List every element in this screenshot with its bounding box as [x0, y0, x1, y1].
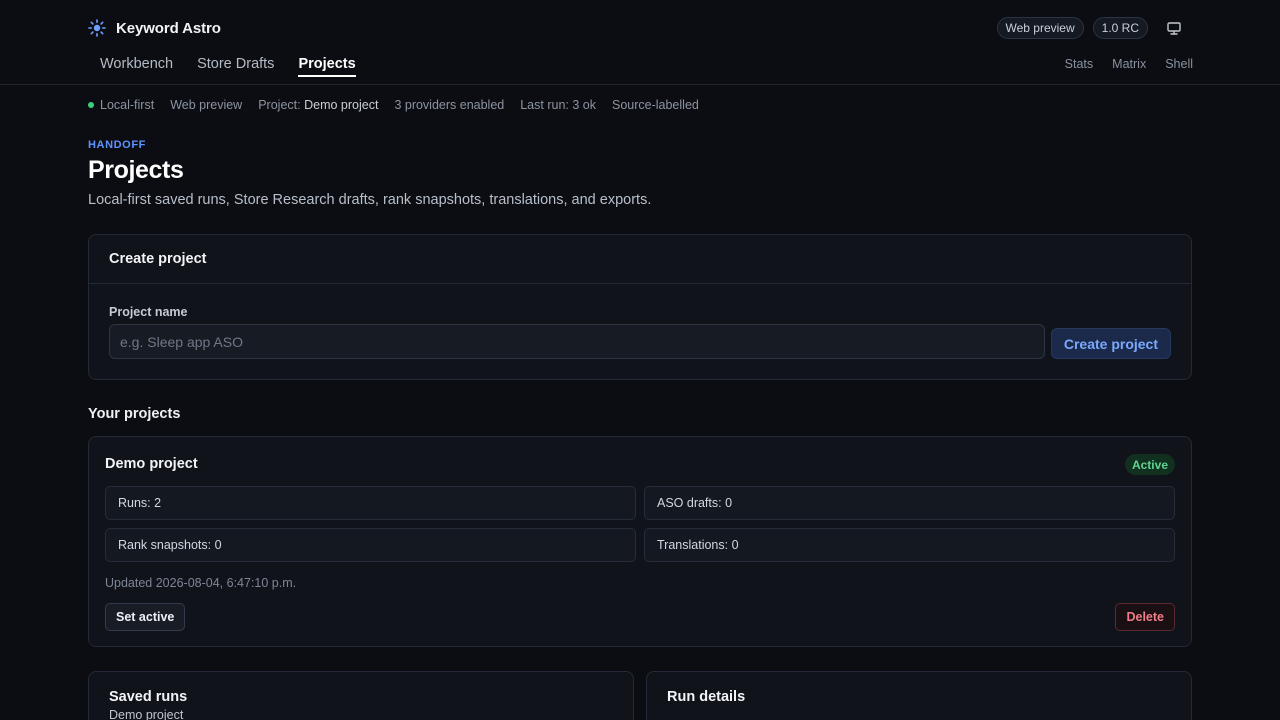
monitor-icon[interactable] [1163, 17, 1185, 39]
project-name: Demo project [105, 456, 198, 472]
create-project-button[interactable]: Create project [1050, 328, 1171, 359]
status-providers: 3 providers enabled [394, 98, 505, 112]
sun-icon [88, 19, 106, 37]
web-preview-pill: Web preview [996, 17, 1084, 39]
main-nav: Workbench Store Drafts Projects [100, 50, 356, 84]
delete-button[interactable]: Delete [1115, 603, 1175, 631]
version-pill: 1.0 RC [1092, 17, 1148, 39]
tab-projects[interactable]: Projects [298, 50, 356, 84]
status-strip: Local-first Web preview Project: Demo pr… [88, 98, 699, 112]
run-details-title: Run details [667, 689, 746, 705]
header-badges: Web preview 1.0 RC [996, 17, 1186, 39]
stat-runs: Runs: 2 [105, 486, 636, 520]
project-name-label: Project name [109, 305, 188, 319]
secondary-nav: Stats Matrix Shell [1065, 57, 1193, 71]
stat-translations: Translations: 0 [644, 528, 1175, 562]
nav-matrix[interactable]: Matrix [1112, 57, 1146, 71]
status-project: Project: Demo project [258, 98, 379, 112]
status-project-name: Demo project [304, 98, 379, 112]
app-name: Keyword Astro [116, 19, 221, 37]
saved-runs-project: Demo project [109, 708, 184, 720]
create-project-title: Create project [89, 235, 1191, 284]
nav-shell[interactable]: Shell [1165, 57, 1193, 71]
set-active-button[interactable]: Set active [105, 603, 186, 631]
header-divider [0, 84, 1280, 85]
online-dot-icon [88, 102, 94, 108]
saved-runs-card: Saved runs Demo project [88, 671, 634, 720]
project-updated: Updated 2026-08-04, 6:47:10 p.m. [105, 576, 297, 590]
status-badge: Active [1124, 454, 1175, 475]
status-last-run: Last run: 3 ok [520, 98, 596, 112]
tab-store-drafts[interactable]: Store Drafts [197, 50, 274, 84]
page-subtitle: Local-first saved runs, Store Research d… [88, 192, 652, 208]
page-eyebrow: HANDOFF [88, 139, 146, 151]
stat-rank-snapshots: Rank snapshots: 0 [105, 528, 636, 562]
app-brand[interactable]: Keyword Astro [88, 16, 221, 40]
page-title: Projects [88, 156, 184, 184]
create-project-card: Create project Project name Create proje… [88, 234, 1192, 380]
your-projects-heading: Your projects [88, 406, 181, 422]
status-source: Source-labelled [611, 98, 699, 112]
status-preview: Web preview [170, 98, 243, 112]
stat-aso-drafts: ASO drafts: 0 [644, 486, 1175, 520]
run-details-card: Run details [646, 671, 1192, 720]
tab-workbench[interactable]: Workbench [100, 50, 173, 84]
project-card: Demo project Active Runs: 2 ASO drafts: … [88, 436, 1192, 647]
saved-runs-title: Saved runs [109, 689, 188, 705]
project-name-input[interactable] [109, 324, 1045, 359]
nav-stats[interactable]: Stats [1065, 57, 1094, 71]
status-local: Local-first [88, 98, 154, 112]
